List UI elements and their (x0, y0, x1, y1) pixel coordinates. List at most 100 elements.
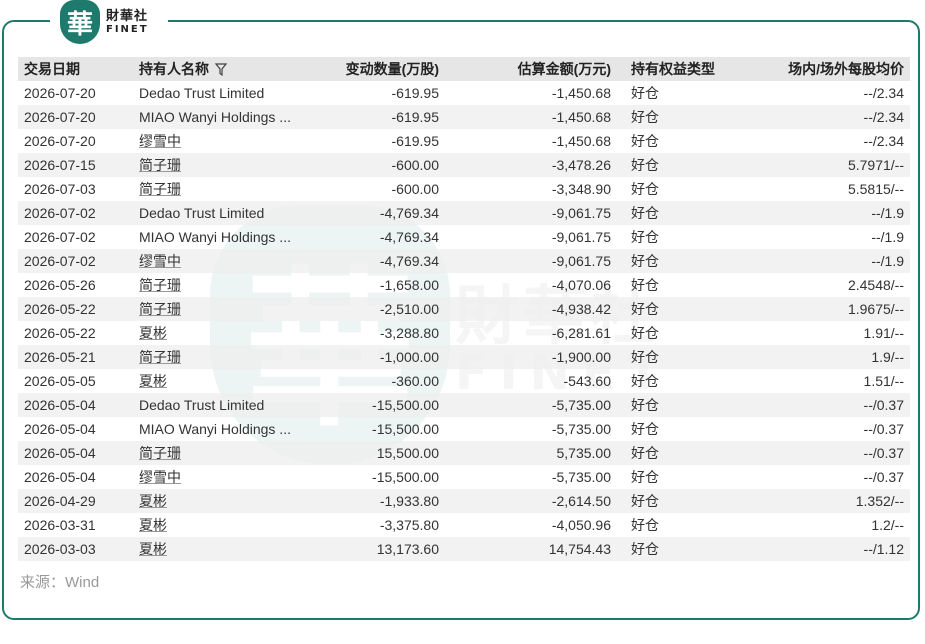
cell-date: 2026-05-04 (18, 393, 133, 417)
cell-amount: -1,900.00 (445, 345, 617, 369)
cell-amount: 14,754.43 (445, 537, 617, 561)
cell-change: -619.95 (305, 105, 445, 129)
cell-type: 好仓 (617, 417, 732, 441)
header-type[interactable]: 持有权益类型 (617, 57, 732, 81)
cell-price: --/0.37 (732, 393, 910, 417)
holder-link[interactable]: 简子珊 (139, 349, 181, 365)
cell-holder: 夏彬 (133, 321, 305, 345)
table-row[interactable]: 2026-05-21 简子珊 -1,000.00 -1,900.00 好仓 1.9/-- (18, 345, 910, 369)
cell-price: --/1.9 (732, 201, 910, 225)
cell-change: -15,500.00 (305, 465, 445, 489)
table-row[interactable]: 2026-05-04 MIAO Wanyi Holdings ... -15,500… (18, 417, 910, 441)
finet-logo-text: 財華社 FINET (106, 10, 149, 35)
cell-type: 好仓 (617, 297, 732, 321)
holder-link[interactable]: 夏彬 (139, 325, 167, 341)
cell-holder: MIAO Wanyi Holdings ... (133, 225, 305, 249)
holder-link[interactable]: 夏彬 (139, 493, 167, 509)
cell-amount: 5,735.00 (445, 441, 617, 465)
cell-amount: -1,450.68 (445, 81, 617, 105)
holder-link[interactable]: 简子珊 (139, 157, 181, 173)
header-holder[interactable]: 持有人名称 (133, 57, 305, 81)
table-row[interactable]: 2026-07-20 缪雪中 -619.95 -1,450.68 好仓 --/2.34 (18, 129, 910, 153)
cell-date: 2026-07-20 (18, 81, 133, 105)
table-row[interactable]: 2026-05-04 简子珊 15,500.00 5,735.00 好仓 --/0.37 (18, 441, 910, 465)
cell-price: 2.4548/-- (732, 273, 910, 297)
holder-link[interactable]: 夏彬 (139, 541, 167, 557)
cell-holder: Dedao Trust Limited (133, 393, 305, 417)
table-row[interactable]: 2026-05-22 简子珊 -2,510.00 -4,938.42 好仓 1.9675/… (18, 297, 910, 321)
holder-link[interactable]: 简子珊 (139, 301, 181, 317)
cell-price: 1.2/-- (732, 513, 910, 537)
cell-amount: -5,735.00 (445, 465, 617, 489)
table-row[interactable]: 2026-07-20 Dedao Trust Limited -619.95 -1,4… (18, 81, 910, 105)
cell-date: 2026-07-02 (18, 225, 133, 249)
header-change[interactable]: 变动数量(万股) (305, 57, 445, 81)
cell-price: 1.9675/-- (732, 297, 910, 321)
table-row[interactable]: 2026-05-26 简子珊 -1,658.00 -4,070.06 好仓 2.4548/… (18, 273, 910, 297)
holder-link[interactable]: 夏彬 (139, 373, 167, 389)
cell-type: 好仓 (617, 273, 732, 297)
cell-change: 13,173.60 (305, 537, 445, 561)
cell-amount: -543.60 (445, 369, 617, 393)
header-price[interactable]: 场内/场外每股均价 (732, 57, 910, 81)
cell-price: --/0.37 (732, 417, 910, 441)
holder-link[interactable]: 简子珊 (139, 277, 181, 293)
cell-date: 2026-05-22 (18, 297, 133, 321)
cell-holder: 夏彬 (133, 369, 305, 393)
cell-type: 好仓 (617, 345, 732, 369)
cell-date: 2026-05-04 (18, 417, 133, 441)
table-row[interactable]: 2026-07-20 MIAO Wanyi Holdings ... -619.95… (18, 105, 910, 129)
table-row[interactable]: 2026-07-02 Dedao Trust Limited -4,769.34 -9… (18, 201, 910, 225)
cell-type: 好仓 (617, 177, 732, 201)
table-row[interactable]: 2026-03-31 夏彬 -3,375.80 -4,050.96 好仓 1.2/-- (18, 513, 910, 537)
table-row[interactable]: 2026-07-02 MIAO Wanyi Holdings ... -4,769.… (18, 225, 910, 249)
holder-link[interactable]: 夏彬 (139, 517, 167, 533)
table-row[interactable]: 2026-05-22 夏彬 -3,288.80 -6,281.61 好仓 1.91/-- (18, 321, 910, 345)
cell-holder: 简子珊 (133, 345, 305, 369)
cell-holder: 简子珊 (133, 273, 305, 297)
cell-change: 15,500.00 (305, 441, 445, 465)
holder-link[interactable]: 缪雪中 (139, 253, 181, 269)
holder-link[interactable]: 简子珊 (139, 445, 181, 461)
header-amount[interactable]: 估算金额(万元) (445, 57, 617, 81)
cell-change: -619.95 (305, 81, 445, 105)
cell-change: -1,000.00 (305, 345, 445, 369)
table-row[interactable]: 2026-05-04 Dedao Trust Limited -15,500.00-… (18, 393, 910, 417)
holder-link[interactable]: 缪雪中 (139, 133, 181, 149)
logo-name-cn: 財華社 (106, 8, 149, 24)
cell-holder: MIAO Wanyi Holdings ... (133, 105, 305, 129)
cell-change: -600.00 (305, 177, 445, 201)
cell-holder: 夏彬 (133, 513, 305, 537)
cell-type: 好仓 (617, 249, 732, 273)
cell-change: -4,769.34 (305, 225, 445, 249)
cell-holder: MIAO Wanyi Holdings ... (133, 417, 305, 441)
cell-amount: -9,061.75 (445, 201, 617, 225)
holder-link[interactable]: 缪雪中 (139, 469, 181, 485)
cell-amount: -1,450.68 (445, 105, 617, 129)
cell-type: 好仓 (617, 441, 732, 465)
filter-icon[interactable] (214, 63, 228, 79)
cell-amount: -9,061.75 (445, 225, 617, 249)
cell-holder: 简子珊 (133, 153, 305, 177)
table-row[interactable]: 2026-05-05 夏彬 -360.00 -543.60 好仓 1.51/-- (18, 369, 910, 393)
cell-change: -4,769.34 (305, 201, 445, 225)
table-row[interactable]: 2026-07-02 缪雪中 -4,769.34 -9,061.75 好仓 --/1.9 (18, 249, 910, 273)
table-row[interactable]: 2026-03-03 夏彬 13,173.60 14,754.43 好仓 --/1.12 (18, 537, 910, 561)
cell-amount: -5,735.00 (445, 393, 617, 417)
table-row[interactable]: 2026-07-03 简子珊 -600.00 -3,348.90 好仓 5.5815/-- (18, 177, 910, 201)
cell-holder: 缪雪中 (133, 249, 305, 273)
cell-holder: 简子珊 (133, 297, 305, 321)
cell-type: 好仓 (617, 537, 732, 561)
cell-amount: -2,614.50 (445, 489, 617, 513)
cell-type: 好仓 (617, 369, 732, 393)
table-row[interactable]: 2026-07-15 简子珊 -600.00 -3,478.26 好仓 5.7971/-- (18, 153, 910, 177)
table-row[interactable]: 2026-05-04 缪雪中 -15,500.00 -5,735.00 好仓 --/0.3… (18, 465, 910, 489)
table-row[interactable]: 2026-04-29 夏彬 -1,933.80 -2,614.50 好仓 1.352/-- (18, 489, 910, 513)
cell-price: 1.352/-- (732, 489, 910, 513)
cell-holder: 简子珊 (133, 177, 305, 201)
cell-amount: -4,070.06 (445, 273, 617, 297)
header-date[interactable]: 交易日期 (18, 57, 133, 81)
cell-price: 1.9/-- (732, 345, 910, 369)
holder-link[interactable]: 简子珊 (139, 181, 181, 197)
cell-date: 2026-07-20 (18, 129, 133, 153)
